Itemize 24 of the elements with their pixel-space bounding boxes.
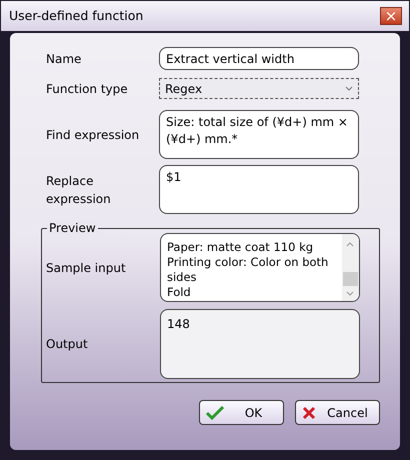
cancel-button[interactable]: Cancel [295,400,380,425]
field-label: Name [46,50,82,68]
checkmark-icon [206,406,224,420]
field-label: Function type [46,80,129,98]
field-label: Replace expression [46,172,112,208]
cross-icon [302,406,316,420]
output-field: 148 [160,309,360,379]
field-label: Sample input [46,260,127,276]
sample-line: Paper: matte coat 110 kg [167,240,314,255]
group-title: Preview [47,221,98,235]
sample-line: Printing color: Color on both sides [167,255,330,285]
function-type-dropdown[interactable]: Regex [159,78,359,99]
field-label: Output [46,336,89,353]
window-title: User-defined function [9,6,144,25]
sample-line: Fold [167,285,192,300]
sample-input-field[interactable]: Paper: matte coat 110 kg Printing color: Color on both sides Fold [160,233,360,302]
scrollbar-drawing[interactable] [342,234,359,301]
name-field[interactable]: Extract vertical width [159,47,359,70]
expression-field[interactable]: Size: total size of (¥d+) mm × (¥d+) mm.* [159,110,359,159]
chevron-icon [345,86,353,91]
ok-button[interactable]: OK [199,400,284,425]
field-label: Find expression [46,126,140,144]
close-button[interactable]: × [380,7,402,25]
expression-field[interactable]: $1 [159,165,359,214]
